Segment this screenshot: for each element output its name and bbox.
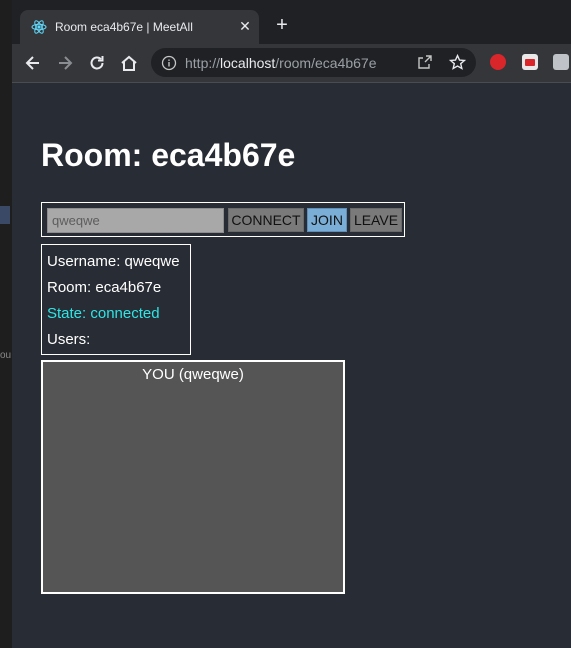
extension-icon[interactable] — [522, 54, 538, 70]
address-bar[interactable]: http://localhost/room/eca4b67e — [151, 48, 476, 77]
leave-button[interactable]: LEAVE — [350, 208, 402, 232]
desktop-edge: ou — [0, 0, 12, 648]
room-controls: CONNECT JOIN LEAVE — [41, 202, 405, 237]
desktop-selection-mark — [0, 206, 10, 224]
back-arrow-icon[interactable] — [23, 53, 43, 73]
desktop-edge-text: ou — [0, 350, 12, 361]
room-info: Room: eca4b67e — [47, 279, 162, 296]
home-icon[interactable] — [119, 53, 139, 73]
tab-close-icon[interactable]: ✕ — [236, 17, 254, 35]
local-video-tile: YOU (qweqwe) — [41, 360, 345, 594]
tab-title: Room eca4b67e | MeetAll — [55, 20, 193, 34]
new-tab-button[interactable]: + — [272, 15, 292, 35]
ublock-extension-icon[interactable] — [490, 54, 506, 70]
username-info: Username: qweqwe — [47, 253, 180, 270]
share-icon[interactable] — [417, 54, 433, 70]
site-info-icon[interactable] — [161, 55, 177, 71]
local-video-label: YOU (qweqwe) — [142, 366, 244, 383]
session-info-panel: Username: qweqwe Room: eca4b67e State: c… — [41, 244, 191, 355]
connect-button[interactable]: CONNECT — [228, 208, 304, 232]
tab-strip: Room eca4b67e | MeetAll ✕ + — [12, 0, 571, 44]
extension-puzzle-icon[interactable] — [553, 54, 569, 70]
url-path: /room/eca4b67e — [275, 55, 377, 71]
reload-icon[interactable] — [87, 53, 107, 73]
forward-arrow-icon[interactable] — [55, 53, 75, 73]
browser-tab[interactable]: Room eca4b67e | MeetAll ✕ — [20, 10, 259, 44]
join-button[interactable]: JOIN — [307, 208, 347, 232]
page-title: Room: eca4b67e — [41, 137, 296, 173]
url-text[interactable]: http://localhost/room/eca4b67e — [185, 55, 376, 71]
browser-window: Room eca4b67e | MeetAll ✕ + http://local… — [12, 0, 571, 648]
connection-state: State: connected — [47, 305, 160, 322]
url-scheme: http:// — [185, 55, 221, 71]
browser-toolbar: http://localhost/room/eca4b67e — [12, 44, 571, 83]
react-logo-icon — [31, 20, 47, 34]
users-label: Users: — [47, 331, 91, 348]
bookmark-star-icon[interactable] — [449, 54, 466, 71]
username-input[interactable] — [47, 208, 224, 233]
url-host: localhost — [220, 55, 276, 71]
